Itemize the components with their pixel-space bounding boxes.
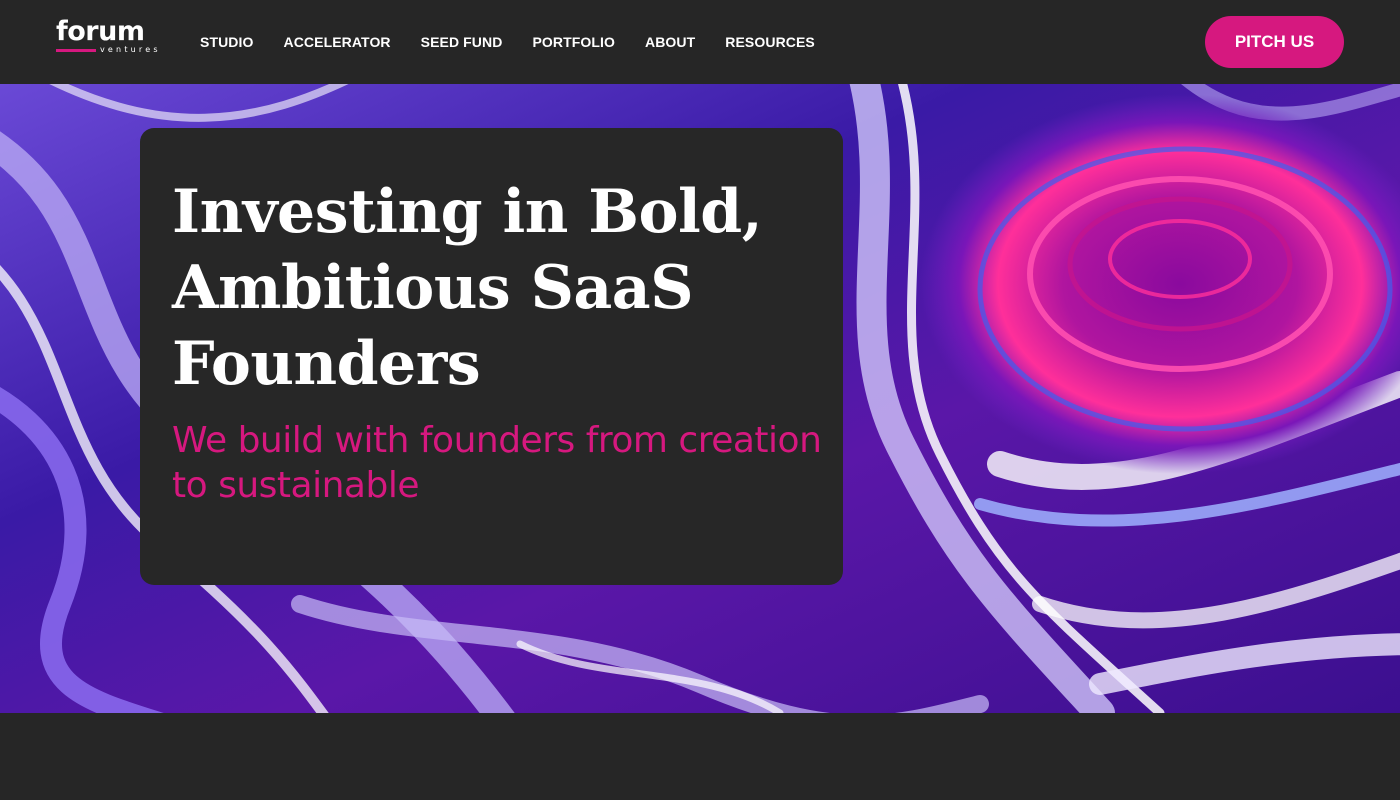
logo-wordmark: forum xyxy=(56,16,145,47)
hero-text-card: Investing in Bold, Ambitious SaaS Founde… xyxy=(140,128,843,585)
page-bottom-band xyxy=(0,713,1400,800)
nav-item-studio[interactable]: STUDIO xyxy=(200,30,254,54)
hero-section: Investing in Bold, Ambitious SaaS Founde… xyxy=(0,84,1400,713)
pitch-us-button[interactable]: PITCH US xyxy=(1205,16,1344,68)
hero-subtitle: We build with founders from creation to … xyxy=(172,420,822,506)
nav-item-accelerator[interactable]: ACCELERATOR xyxy=(284,30,391,54)
hero-title: Investing in Bold, Ambitious SaaS Founde… xyxy=(172,177,763,399)
logo-accent-bar xyxy=(56,49,96,52)
nav-item-resources[interactable]: RESOURCES xyxy=(725,30,815,54)
logo-tagline: ventures xyxy=(100,45,161,54)
nav-item-about[interactable]: ABOUT xyxy=(645,30,695,54)
nav-item-seed-fund[interactable]: SEED FUND xyxy=(421,30,503,54)
nav-item-portfolio[interactable]: PORTFOLIO xyxy=(532,30,615,54)
top-navigation-bar: forum ventures STUDIO ACCELERATOR SEED F… xyxy=(0,0,1400,84)
main-nav: STUDIO ACCELERATOR SEED FUND PORTFOLIO A… xyxy=(200,30,815,54)
forum-ventures-logo[interactable]: forum ventures xyxy=(56,18,160,58)
